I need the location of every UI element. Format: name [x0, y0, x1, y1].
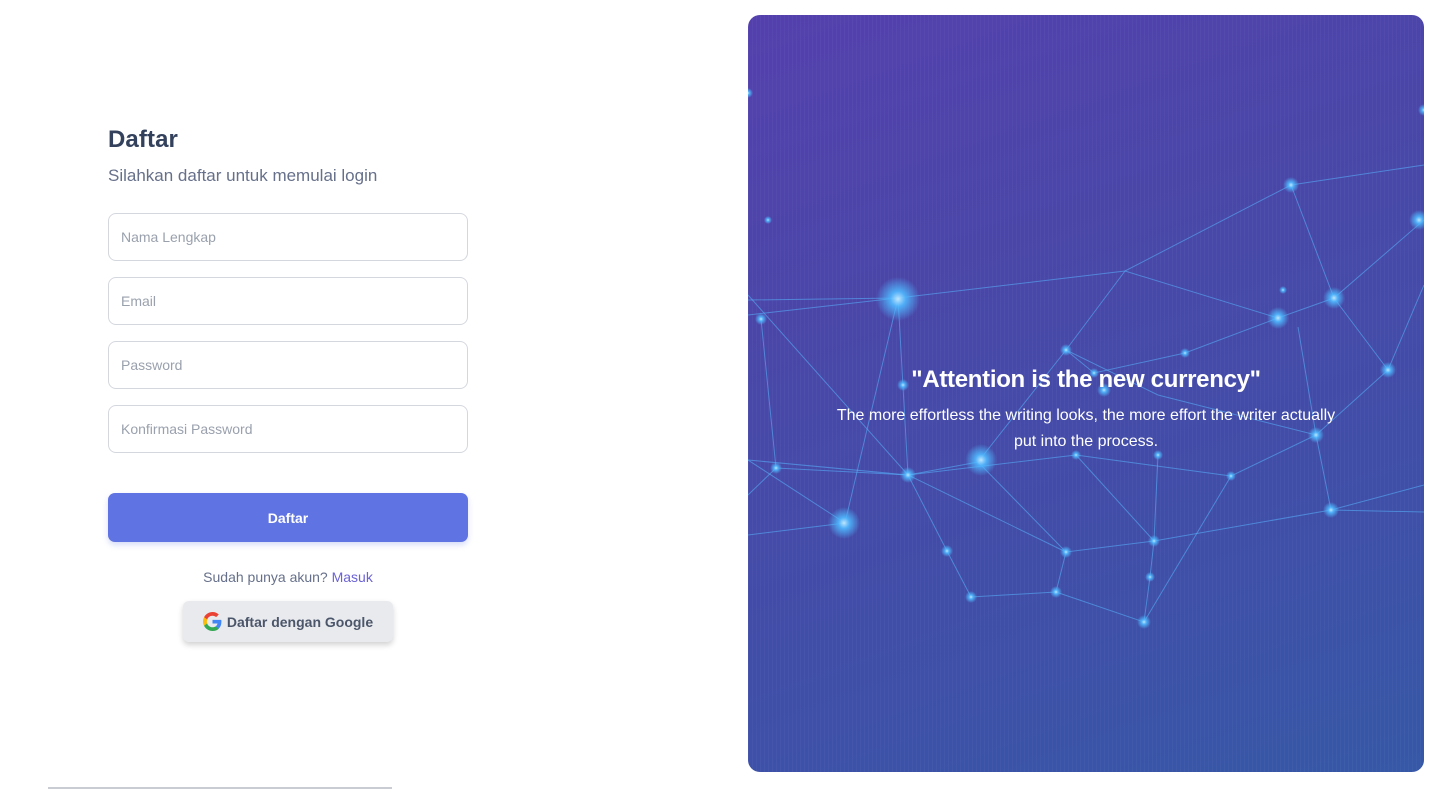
- quote-body: The more effortless the writing looks, t…: [836, 407, 1336, 450]
- google-icon: [202, 612, 222, 631]
- password-input[interactable]: [108, 341, 468, 389]
- google-signup-wrapper: Daftar dengan Google: [108, 601, 468, 642]
- page-subtitle: Silahkan daftar untuk memulai login: [108, 166, 378, 185]
- google-signup-label: Daftar dengan Google: [226, 613, 374, 630]
- hero-panel: "Attention is the new currency" The more…: [748, 15, 1424, 772]
- register-button[interactable]: Daftar: [108, 493, 468, 542]
- email-input[interactable]: [108, 277, 468, 325]
- full-name-input[interactable]: [108, 213, 468, 261]
- signin-prompt: Sudah punya akun? Masuk: [108, 569, 468, 585]
- quote-title: "Attention is the new currency": [911, 366, 1261, 393]
- confirm-password-input[interactable]: [108, 405, 468, 453]
- signin-link[interactable]: Masuk: [332, 569, 373, 585]
- quote-block: "Attention is the new currency" The more…: [828, 366, 1344, 455]
- page-title: Daftar: [108, 126, 178, 153]
- signin-prompt-text: Sudah punya akun?: [203, 569, 328, 585]
- register-form: Daftar Silahkan daftar untuk memulai log…: [108, 126, 468, 642]
- register-page: Daftar Silahkan daftar untuk memulai log…: [0, 0, 1439, 789]
- google-signup-button[interactable]: Daftar dengan Google: [182, 601, 394, 642]
